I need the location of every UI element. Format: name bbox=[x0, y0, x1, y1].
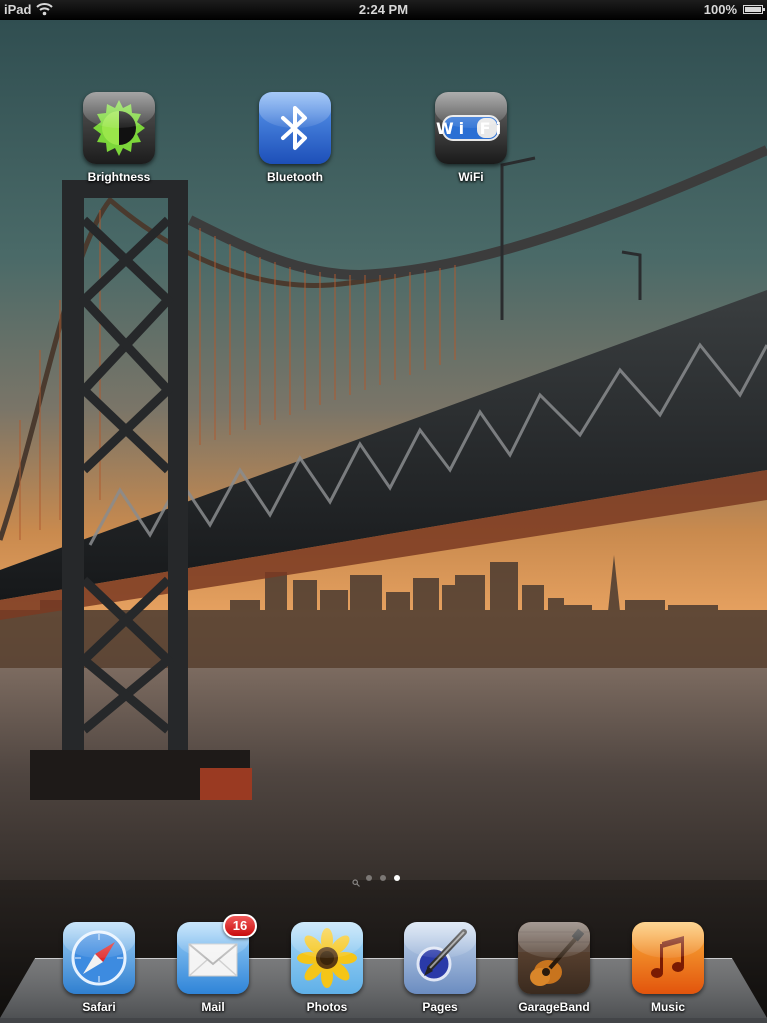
compass-icon bbox=[63, 922, 135, 994]
page-indicator[interactable] bbox=[350, 869, 404, 887]
bluetooth-icon bbox=[259, 92, 331, 164]
app-bluetooth[interactable]: Bluetooth bbox=[245, 92, 345, 184]
spotlight-search-icon[interactable] bbox=[352, 874, 360, 887]
app-label: Mail bbox=[201, 1000, 225, 1014]
app-label: Brightness bbox=[87, 170, 151, 184]
sunflower-icon bbox=[291, 922, 363, 994]
app-brightness[interactable]: Brightness bbox=[69, 92, 169, 184]
guitar-icon bbox=[518, 922, 590, 994]
app-label: Bluetooth bbox=[267, 170, 323, 184]
page-dot[interactable] bbox=[366, 874, 372, 881]
page-dot[interactable] bbox=[380, 874, 386, 881]
wifi-icon-text: Wi Fi bbox=[435, 119, 507, 138]
envelope-icon: 16 bbox=[177, 914, 257, 994]
dock-app-music[interactable]: Music bbox=[618, 922, 718, 1014]
wifi-icon: Wi Fi bbox=[435, 92, 507, 164]
dock-app-garageband[interactable]: GarageBand bbox=[504, 922, 604, 1014]
dock-app-mail[interactable]: 16 Mail bbox=[163, 914, 263, 1014]
dock-app-photos[interactable]: Photos bbox=[277, 922, 377, 1014]
app-label: GarageBand bbox=[518, 1000, 590, 1014]
battery-percent: 100% bbox=[703, 2, 737, 17]
page-dot-current[interactable] bbox=[394, 874, 400, 881]
app-label: Photos bbox=[306, 1000, 348, 1014]
dock-app-safari[interactable]: Safari bbox=[49, 922, 149, 1014]
battery-icon bbox=[743, 5, 765, 14]
status-time: 2:24 PM bbox=[358, 2, 409, 17]
home-screen: iPad 2:24 PM 100% Brightness Bluetooth W… bbox=[0, 0, 767, 1023]
music-note-icon bbox=[632, 922, 704, 994]
app-label: Music bbox=[650, 1000, 685, 1014]
dock-app-pages[interactable]: Pages bbox=[390, 922, 490, 1014]
app-label: Safari bbox=[82, 1000, 116, 1014]
brightness-icon bbox=[83, 92, 155, 164]
pen-icon bbox=[404, 922, 476, 994]
app-label: Pages bbox=[422, 1000, 458, 1014]
app-label: WiFi bbox=[458, 170, 484, 184]
mail-unread-badge: 16 bbox=[223, 914, 257, 938]
app-wifi[interactable]: Wi Fi WiFi bbox=[421, 92, 521, 184]
status-bar: iPad 2:24 PM 100% bbox=[0, 0, 767, 20]
